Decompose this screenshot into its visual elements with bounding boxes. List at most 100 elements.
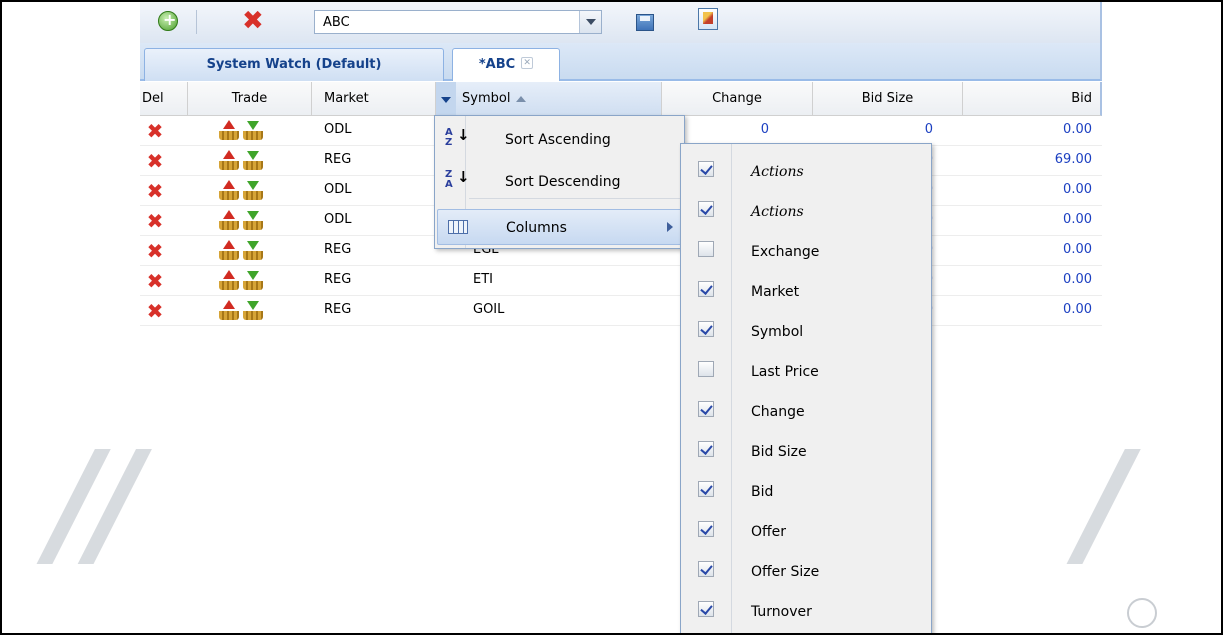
menu-item-columns[interactable]: Columns (437, 209, 682, 245)
column-toggle[interactable]: Bid (681, 472, 931, 512)
column-toggle[interactable]: Actions (681, 152, 931, 192)
column-header-bid-size[interactable]: Bid Size (813, 82, 963, 116)
sell-icon[interactable] (242, 180, 264, 200)
column-toggle-label: Last Price (751, 364, 819, 380)
column-toggle-label: Market (751, 284, 800, 300)
column-toggle[interactable]: Actions (681, 192, 931, 232)
column-toggle[interactable]: Exchange (681, 232, 931, 272)
sort-az-icon: A Z ↓ (445, 126, 470, 148)
buy-icon[interactable] (218, 150, 240, 170)
checkbox-checked[interactable] (698, 201, 714, 217)
column-header-change[interactable]: Change (662, 82, 813, 116)
column-toggle[interactable]: Offer (681, 512, 931, 552)
buy-icon[interactable] (218, 240, 240, 260)
checkbox-checked[interactable] (698, 441, 714, 457)
bid-cell: 0.00 (1063, 242, 1092, 257)
menu-item-sort-ascending[interactable]: A Z ↓ Sort Ascending (437, 122, 682, 156)
column-toggle-label: Exchange (751, 244, 820, 260)
column-toggle-label: Bid (751, 484, 774, 500)
column-toggle[interactable]: Bid Size (681, 432, 931, 472)
bid-cell: 0.00 (1063, 122, 1092, 137)
column-header-bid[interactable]: Bid (963, 82, 1100, 116)
column-toggle[interactable]: Last Price (681, 352, 931, 392)
save-icon[interactable] (636, 14, 654, 31)
column-header-symbol[interactable]: Symbol (456, 82, 662, 116)
column-toggle[interactable]: Offer Size (681, 552, 931, 592)
close-icon[interactable]: ✕ (521, 57, 534, 69)
edit-icon[interactable] (698, 8, 718, 30)
checkbox-unchecked[interactable] (698, 361, 714, 377)
column-header-menu: A Z ↓ Sort Ascending Z A ↓ Sort Descending C… (434, 115, 685, 249)
buy-icon[interactable] (218, 270, 240, 290)
column-toggle[interactable]: Turnover (681, 592, 931, 632)
tab-label: *ABC (478, 57, 516, 72)
trade-cell (218, 180, 268, 202)
menu-item-label: Columns (506, 220, 567, 236)
tab-label: System Watch (Default) (206, 57, 382, 72)
column-header-trade[interactable]: Trade (188, 82, 312, 116)
delete-row-icon[interactable]: ✖ (140, 147, 170, 176)
delete-row-icon[interactable]: ✖ (140, 267, 170, 296)
watchlist-combo[interactable]: ABC (314, 10, 602, 34)
chevron-down-icon[interactable] (579, 11, 601, 33)
delete-row-icon[interactable]: ✖ (140, 177, 170, 206)
checkbox-checked[interactable] (698, 601, 714, 617)
submenu-arrow-icon (667, 222, 673, 232)
trade-cell (218, 240, 268, 262)
bid-size-cell: 0 (924, 122, 933, 137)
delete-row-icon[interactable]: ✖ (140, 237, 170, 266)
add-icon[interactable] (158, 10, 178, 31)
column-toggle-label: Symbol (751, 324, 804, 340)
column-toggle[interactable]: Change (681, 392, 931, 432)
checkbox-checked[interactable] (698, 161, 714, 177)
checkbox-checked[interactable] (698, 281, 714, 297)
sell-icon[interactable] (242, 240, 264, 260)
buy-icon[interactable] (218, 210, 240, 230)
sell-icon[interactable] (242, 120, 264, 140)
table-row[interactable]: ✖ REG ETI 0 0.00 (140, 267, 1102, 296)
column-header-del[interactable]: Del (140, 82, 188, 116)
market-cell: ODL (324, 212, 352, 227)
checkbox-checked[interactable] (698, 521, 714, 537)
symbol-cell: GOIL (473, 302, 505, 317)
menu-item-sort-descending[interactable]: Z A ↓ Sort Descending (437, 164, 682, 198)
column-toggle[interactable]: Market (681, 272, 931, 312)
delete-row-icon[interactable]: ✖ (140, 117, 170, 146)
sell-icon[interactable] (242, 300, 264, 320)
tab-abc[interactable]: *ABC ✕ (452, 48, 560, 81)
column-toggle-label: Offer (751, 524, 787, 540)
checkbox-unchecked[interactable] (698, 241, 714, 257)
sell-icon[interactable] (242, 210, 264, 230)
table-row[interactable]: ✖ REG GOIL 0 0.00 (140, 297, 1102, 326)
market-cell: REG (324, 302, 352, 317)
toolbar: ✖ ABC (140, 2, 1102, 43)
trade-cell (218, 150, 268, 172)
column-menu-trigger[interactable] (436, 82, 456, 116)
column-header-symbol-label: Symbol (462, 91, 511, 106)
tab-system-watch[interactable]: System Watch (Default) (144, 48, 444, 81)
columns-icon (448, 220, 468, 234)
column-toggle-label: Bid Size (751, 444, 807, 460)
buy-icon[interactable] (218, 300, 240, 320)
buy-icon[interactable] (218, 120, 240, 140)
delete-row-icon[interactable]: ✖ (140, 297, 170, 326)
column-header-market[interactable]: Market (312, 82, 436, 116)
delete-watchlist-icon[interactable]: ✖ (242, 6, 264, 36)
checkbox-checked[interactable] (698, 481, 714, 497)
grid-header: Del Trade Market Symbol Change Bid Size … (140, 82, 1102, 116)
checkbox-checked[interactable] (698, 321, 714, 337)
checkbox-checked[interactable] (698, 401, 714, 417)
column-toggle-label: Actions (751, 204, 804, 220)
sell-icon[interactable] (242, 150, 264, 170)
column-toggle[interactable]: Symbol (681, 312, 931, 352)
bid-cell: 0.00 (1063, 302, 1092, 317)
column-toggle-label: Turnover (751, 604, 812, 620)
column-toggle-label: Change (751, 404, 805, 420)
menu-item-label: Sort Descending (505, 174, 621, 190)
delete-row-icon[interactable]: ✖ (140, 207, 170, 236)
sell-icon[interactable] (242, 270, 264, 290)
menu-item-label: Sort Ascending (505, 132, 611, 148)
buy-icon[interactable] (218, 180, 240, 200)
checkbox-checked[interactable] (698, 561, 714, 577)
sort-za-icon: Z A ↓ (445, 168, 470, 190)
